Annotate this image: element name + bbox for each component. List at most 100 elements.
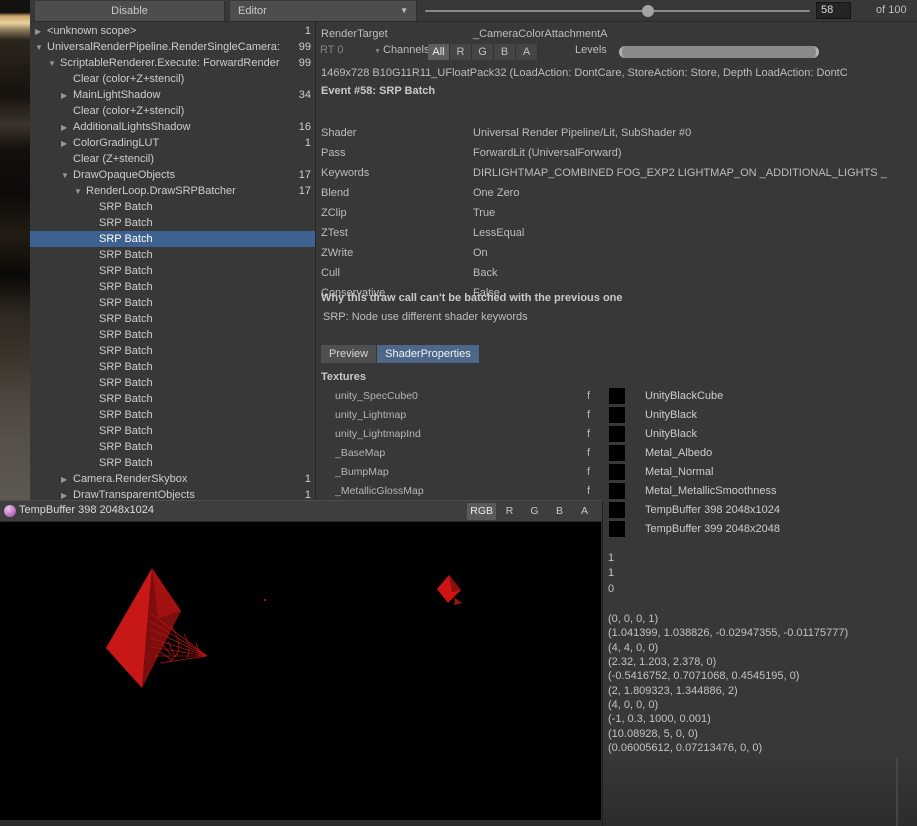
tree-row[interactable]: ▶ ColorGradingLUT 1 (30, 135, 315, 151)
expand-arrow-icon[interactable]: ▶ (60, 491, 73, 500)
frame-slider-handle[interactable] (642, 5, 654, 17)
channel-button[interactable]: R (450, 44, 472, 60)
tree-row[interactable]: SRP Batch (30, 423, 315, 439)
tree-row[interactable]: ▶ DrawTransparentObjects 1 (30, 487, 315, 500)
tree-row[interactable]: ▼ UniversalRenderPipeline.RenderSingleCa… (30, 39, 315, 55)
texture-swatch-icon[interactable] (609, 521, 625, 537)
vector-value: (0, 0, 0, 1) (608, 612, 848, 626)
expand-arrow-icon[interactable]: ▼ (34, 43, 47, 52)
preview-image[interactable] (0, 522, 601, 820)
tree-row[interactable]: SRP Batch (30, 439, 315, 455)
tree-row[interactable]: ▼ RenderLoop.DrawSRPBatcher 17 (30, 183, 315, 199)
channel-button[interactable]: All (428, 44, 450, 60)
channel-button[interactable]: A (516, 44, 538, 60)
tree-row[interactable]: SRP Batch (30, 215, 315, 231)
texture-row[interactable]: _BumpMap f Metal_Normal (316, 463, 917, 482)
shader-prop-label: Pass (321, 147, 345, 159)
tree-row[interactable]: SRP Batch (30, 391, 315, 407)
shader-prop-label: Blend (321, 187, 349, 199)
shader-prop-value: Universal Render Pipeline/Lit, SubShader… (473, 123, 915, 143)
preview-title: TempBuffer 398 2048x1024 (19, 504, 154, 516)
target-dropdown[interactable]: Editor ▼ (230, 1, 417, 21)
preview-channel-button[interactable]: A (573, 503, 596, 520)
texture-row[interactable]: unity_LightmapInd f UnityBlack (316, 425, 917, 444)
texture-name: UnityBlack (645, 406, 697, 425)
frame-slider-track[interactable] (425, 10, 810, 12)
levels-range-slider[interactable] (619, 46, 819, 58)
tree-row-label: ColorGradingLUT (73, 137, 305, 149)
tab[interactable]: Preview (321, 345, 376, 363)
preview-channel-button[interactable]: R (498, 503, 521, 520)
texture-name: TempBuffer 398 2048x1024 (645, 501, 780, 520)
render-target-row: RenderTarget _CameraColorAttachmentA (321, 26, 917, 42)
tree-row[interactable]: ▼ DrawOpaqueObjects 17 (30, 167, 315, 183)
frame-number-input[interactable]: 58 (816, 2, 851, 19)
tree-row-label: AdditionalLightsShadow (73, 121, 299, 133)
texture-swatch-icon[interactable] (609, 388, 625, 404)
tree-row[interactable]: SRP Batch (30, 295, 315, 311)
tree-row-label: SRP Batch (99, 329, 311, 341)
texture-flag: f (587, 482, 590, 501)
expand-arrow-icon[interactable]: ▶ (60, 475, 73, 484)
texture-row[interactable]: unity_Lightmap f UnityBlack (316, 406, 917, 425)
shader-prop-row: ZTest LessEqual (321, 223, 917, 243)
texture-name: Metal_Normal (645, 463, 713, 482)
tree-row[interactable]: SRP Batch (30, 343, 315, 359)
channel-button[interactable]: G (472, 44, 494, 60)
tree-row[interactable]: SRP Batch (30, 375, 315, 391)
tree-row[interactable]: SRP Batch (30, 407, 315, 423)
texture-swatch-icon[interactable] (609, 483, 625, 499)
texture-swatch-icon[interactable] (609, 445, 625, 461)
tree-row[interactable]: ▶ Camera.RenderSkybox 1 (30, 471, 315, 487)
tree-row[interactable]: SRP Batch (30, 247, 315, 263)
shader-prop-label: Keywords (321, 167, 369, 179)
preview-channel-button[interactable]: G (523, 503, 546, 520)
tree-row-count: 1 (305, 25, 315, 37)
frame-debugger-window: Disable Editor ▼ 58 of 100 ▶ <unknown sc… (0, 0, 917, 826)
rt-index-dropdown[interactable]: RT 0 (320, 44, 343, 56)
tree-row[interactable]: SRP Batch (30, 327, 315, 343)
texture-swatch-icon[interactable] (609, 426, 625, 442)
preview-channel-button[interactable]: RGB (467, 503, 496, 520)
tree-row[interactable]: Clear (color+Z+stencil) (30, 103, 315, 119)
disable-button[interactable]: Disable (35, 1, 225, 21)
tree-row-label: DrawOpaqueObjects (73, 169, 299, 181)
tree-row[interactable]: ▶ AdditionalLightsShadow 16 (30, 119, 315, 135)
tree-row[interactable]: SRP Batch (30, 199, 315, 215)
tree-row[interactable]: Clear (color+Z+stencil) (30, 71, 315, 87)
preview-channel-button[interactable]: B (548, 503, 571, 520)
texture-property-name: unity_LightmapInd (335, 425, 421, 444)
tree-row[interactable]: ▼ ScriptableRenderer.Execute: ForwardRen… (30, 55, 315, 71)
tree-row[interactable]: SRP Batch (30, 359, 315, 375)
texture-swatch-icon[interactable] (609, 464, 625, 480)
texture-row[interactable]: _BaseMap f Metal_Albedo (316, 444, 917, 463)
tree-row[interactable]: SRP Batch (30, 279, 315, 295)
tree-row-label: SRP Batch (99, 457, 311, 469)
tree-row[interactable]: SRP Batch (30, 263, 315, 279)
tree-row[interactable]: ▶ <unknown scope> 1 (30, 23, 315, 39)
texture-row[interactable]: _MetallicGlossMap f Metal_MetallicSmooth… (316, 482, 917, 501)
texture-swatch-icon[interactable] (609, 502, 625, 518)
tree-row-label: Clear (color+Z+stencil) (73, 105, 311, 117)
float-value: 0 (608, 582, 614, 597)
channel-button[interactable]: B (494, 44, 516, 60)
expand-arrow-icon[interactable]: ▶ (60, 123, 73, 132)
expand-arrow-icon[interactable]: ▶ (60, 91, 73, 100)
tree-row[interactable]: SRP Batch (30, 311, 315, 327)
tree-row[interactable]: SRP Batch (30, 231, 315, 247)
tree-row-label: SRP Batch (99, 249, 311, 261)
expand-arrow-icon[interactable]: ▶ (60, 139, 73, 148)
texture-row[interactable]: unity_SpecCube0 f UnityBlackCube (316, 387, 917, 406)
expand-arrow-icon[interactable]: ▼ (73, 187, 86, 196)
tab[interactable]: ShaderProperties (377, 345, 479, 363)
tree-row[interactable]: Clear (Z+stencil) (30, 151, 315, 167)
vector-value: (0.06005612, 0.07213476, 0, 0) (608, 741, 848, 755)
shader-prop-value: True (473, 203, 915, 223)
tree-row-label: UniversalRenderPipeline.RenderSingleCame… (47, 41, 299, 53)
tree-row[interactable]: SRP Batch (30, 455, 315, 471)
expand-arrow-icon[interactable]: ▼ (60, 171, 73, 180)
texture-swatch-icon[interactable] (609, 407, 625, 423)
expand-arrow-icon[interactable]: ▼ (47, 59, 60, 68)
tree-row[interactable]: ▶ MainLightShadow 34 (30, 87, 315, 103)
expand-arrow-icon[interactable]: ▶ (34, 27, 47, 36)
